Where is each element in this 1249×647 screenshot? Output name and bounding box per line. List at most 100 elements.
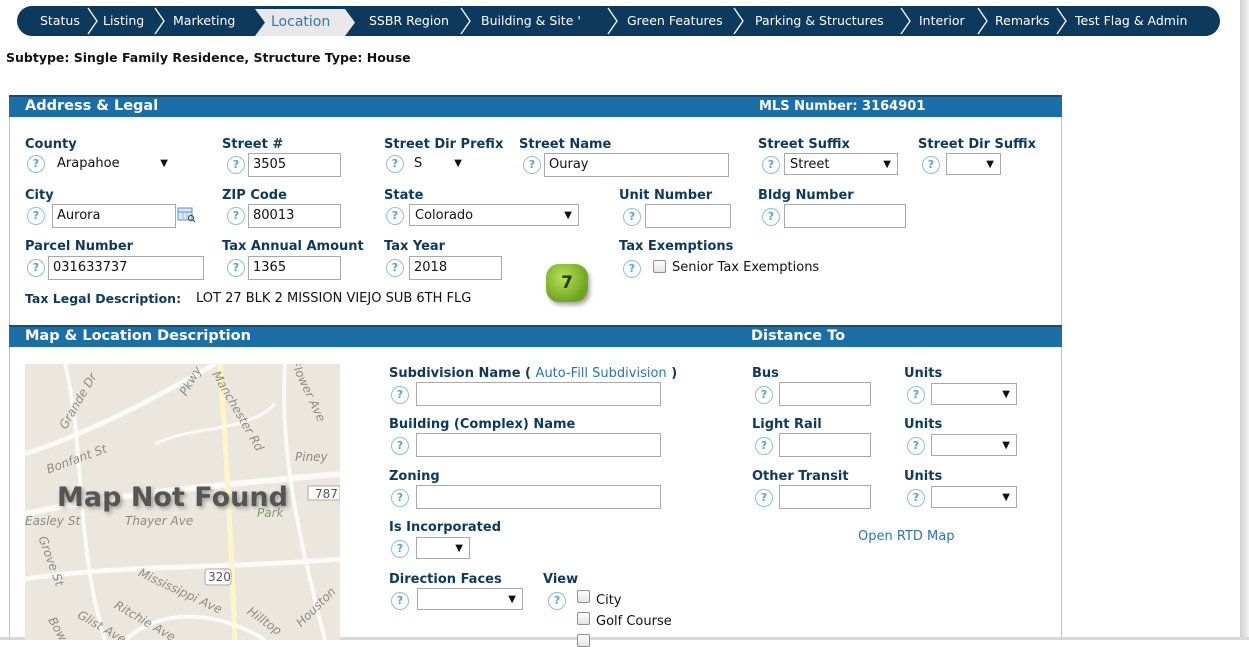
- tab-green-features[interactable]: Green Features: [627, 6, 723, 36]
- street-dir-suffix-select[interactable]: ▼: [946, 153, 1001, 175]
- help-icon[interactable]: ?: [27, 259, 45, 277]
- help-icon[interactable]: ?: [755, 386, 773, 404]
- help-icon[interactable]: ?: [27, 207, 45, 225]
- zoning-input[interactable]: [416, 485, 661, 509]
- help-icon[interactable]: ?: [907, 386, 925, 404]
- subtype-line: Subtype: Single Family Residence, Struct…: [6, 50, 411, 65]
- dropdown-arrow-icon: ▼: [508, 594, 516, 605]
- help-icon[interactable]: ?: [391, 489, 409, 507]
- unit-number-label: Unit Number: [619, 188, 713, 203]
- bus-units-select[interactable]: ▼: [931, 383, 1017, 405]
- county-select[interactable]: Arapahoe ▼: [52, 153, 174, 175]
- help-icon[interactable]: ?: [523, 156, 541, 174]
- view-checkbox-partial[interactable]: [577, 634, 590, 647]
- view-city-checkbox[interactable]: [577, 590, 590, 603]
- help-icon[interactable]: ?: [227, 207, 245, 225]
- tab-interior[interactable]: Interior: [919, 6, 965, 36]
- help-icon[interactable]: ?: [907, 489, 925, 507]
- tab-building-site[interactable]: Building & Site ': [481, 6, 581, 36]
- is-incorporated-select[interactable]: ▼: [416, 537, 470, 559]
- subdivision-name-input[interactable]: [416, 382, 661, 406]
- street-dir-prefix-label: Street Dir Prefix: [384, 137, 504, 152]
- help-icon[interactable]: ?: [391, 386, 409, 404]
- view-city-label: City: [596, 593, 622, 608]
- help-icon[interactable]: ?: [762, 208, 780, 226]
- tab-ssbr-region[interactable]: SSBR Region: [369, 6, 449, 36]
- map-route-shield: 320: [208, 570, 231, 584]
- tax-year-input[interactable]: 2018: [409, 256, 502, 280]
- tab-listing[interactable]: Listing: [103, 6, 144, 36]
- suffix-value: Street: [790, 157, 830, 172]
- building-complex-name-label: Building (Complex) Name: [389, 417, 576, 432]
- help-icon[interactable]: ?: [386, 155, 404, 173]
- tab-marketing[interactable]: Marketing: [173, 6, 235, 36]
- subdivision-name-label: Subdivision Name ( Auto-Fill Subdivision…: [389, 366, 677, 381]
- street-name-input[interactable]: Ouray: [544, 153, 729, 177]
- building-complex-name-input[interactable]: [416, 433, 661, 457]
- help-icon[interactable]: ?: [548, 592, 566, 610]
- dropdown-arrow-icon: ▼: [986, 159, 994, 170]
- tab-location[interactable]: Location: [255, 9, 355, 36]
- other-transit-units-select[interactable]: ▼: [931, 486, 1017, 508]
- parcel-number-input[interactable]: 031633737: [48, 256, 204, 280]
- dropdown-arrow-icon: ▼: [1002, 440, 1010, 451]
- calendar-icon[interactable]: [177, 206, 196, 223]
- map-image[interactable]: Grande Dr Pkwy Manchester Rd Flower Ave …: [25, 364, 340, 640]
- tax-year-label: Tax Year: [384, 239, 446, 254]
- dropdown-arrow-icon: ▼: [564, 210, 572, 221]
- tax-annual-amount-label: Tax Annual Amount: [222, 239, 364, 254]
- light-rail-units-select[interactable]: ▼: [931, 434, 1017, 456]
- unit-number-input[interactable]: [645, 204, 731, 228]
- help-icon[interactable]: ?: [623, 208, 641, 226]
- city-input[interactable]: Aurora: [52, 204, 176, 228]
- mls-number: MLS Number: 3164901: [759, 99, 926, 114]
- chevron-right-icon: [1055, 6, 1067, 36]
- section-title: Map & Location Description: [25, 328, 251, 344]
- help-icon[interactable]: ?: [386, 259, 404, 277]
- other-transit-distance-input[interactable]: [779, 485, 871, 509]
- map-location-header: Map & Location Description Distance To: [9, 325, 1062, 347]
- zip-code-input[interactable]: 80013: [248, 204, 341, 228]
- bldg-number-input[interactable]: [784, 204, 906, 228]
- help-icon[interactable]: ?: [755, 437, 773, 455]
- help-icon[interactable]: ?: [391, 592, 409, 610]
- tab-test-flag-admin[interactable]: Test Flag & Admin: [1075, 6, 1187, 36]
- chevron-right-icon: [86, 6, 98, 36]
- street-number-input[interactable]: 3505: [248, 153, 341, 177]
- state-label: State: [384, 188, 424, 203]
- map-street-label: Easley St: [25, 514, 81, 528]
- help-icon[interactable]: ?: [227, 259, 245, 277]
- help-icon[interactable]: ?: [762, 156, 780, 174]
- tab-remarks[interactable]: Remarks: [995, 6, 1050, 36]
- light-rail-distance-input[interactable]: [779, 433, 871, 457]
- tab-parking-structures[interactable]: Parking & Structures: [755, 6, 884, 36]
- map-route-shield: 787: [315, 487, 338, 501]
- tab-status[interactable]: Status: [40, 6, 80, 36]
- help-icon[interactable]: ?: [391, 437, 409, 455]
- street-dir-prefix-select[interactable]: S ▼: [409, 153, 468, 175]
- map-street-label: Thayer Ave: [125, 514, 194, 528]
- help-icon[interactable]: ?: [386, 207, 404, 225]
- step-navigation: Status Listing Marketing Location SSBR R…: [17, 6, 1220, 36]
- help-icon[interactable]: ?: [755, 489, 773, 507]
- direction-faces-select[interactable]: ▼: [417, 588, 523, 610]
- help-icon[interactable]: ?: [391, 540, 409, 558]
- chevron-right-icon: [606, 6, 618, 36]
- help-icon[interactable]: ?: [227, 156, 245, 174]
- senior-tax-exemptions-checkbox[interactable]: [653, 260, 666, 273]
- state-select[interactable]: Colorado ▼: [409, 204, 579, 226]
- open-rtd-map-link[interactable]: Open RTD Map: [858, 529, 954, 544]
- distance-to-title: Distance To: [751, 328, 846, 344]
- bus-distance-input[interactable]: [779, 382, 871, 406]
- help-icon[interactable]: ?: [27, 155, 45, 173]
- chevron-right-icon: [153, 6, 165, 36]
- map-not-found-message: Map Not Found: [57, 482, 288, 513]
- tax-exemptions-label: Tax Exemptions: [619, 239, 734, 254]
- view-golf-course-checkbox[interactable]: [577, 612, 590, 625]
- street-suffix-select[interactable]: Street ▼: [784, 153, 898, 175]
- help-icon[interactable]: ?: [907, 437, 925, 455]
- help-icon[interactable]: ?: [623, 260, 641, 278]
- tax-annual-amount-input[interactable]: 1365: [248, 256, 341, 280]
- help-icon[interactable]: ?: [922, 156, 940, 174]
- auto-fill-subdivision-link[interactable]: Auto-Fill Subdivision: [536, 366, 667, 381]
